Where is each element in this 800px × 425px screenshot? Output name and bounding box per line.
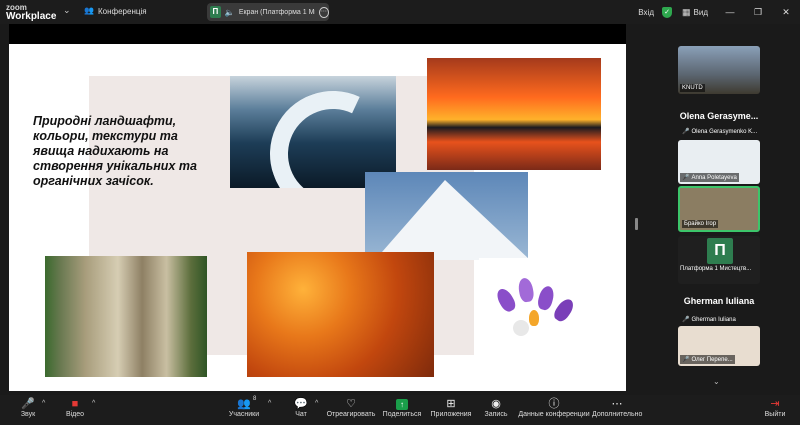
- more-icon[interactable]: ⋯: [318, 6, 329, 18]
- leave-icon: ⇥: [770, 398, 780, 410]
- chat-options-caret[interactable]: ^: [315, 400, 318, 407]
- leave-button[interactable]: ⇥ Выйти: [762, 398, 788, 418]
- participant-name: 🎤 Olena Gerasymenko K...: [680, 127, 758, 136]
- participants-icon: 👥: [237, 398, 251, 410]
- chat-icon: 💬: [294, 398, 308, 410]
- participant-name: 🎤 Gherman Iuliana: [680, 315, 738, 324]
- chat-label: Чат: [295, 411, 307, 418]
- more-icon: ⋯: [611, 398, 623, 410]
- participant-gallery: KNUTD Olena Gerasyme... 🎤 Olena Gerasymen…: [676, 44, 762, 394]
- mic-off-icon: 🎤: [682, 357, 690, 363]
- audio-label: Звук: [20, 411, 36, 418]
- participant-label: Olena Gerasymenko K...: [691, 128, 758, 135]
- participant-label: Anna Poletayeva: [691, 174, 737, 181]
- participants-button[interactable]: 👥 Учасники: [226, 398, 262, 418]
- sunset-image: [427, 58, 601, 170]
- react-button[interactable]: ♡ Отреагировать: [326, 398, 376, 418]
- share-button[interactable]: ↑ Поделиться: [382, 398, 422, 418]
- participant-tile[interactable]: KNUTD: [678, 46, 760, 94]
- heart-icon: ♡: [346, 398, 356, 410]
- participant-tile[interactable]: П Платформа 1 Мистецтв...: [678, 236, 760, 284]
- participant-tile[interactable]: 🎤 Olena Gerasymenko K...: [678, 126, 760, 138]
- speaker-icon: 🔈: [224, 7, 235, 17]
- share-label: Поделиться: [382, 411, 422, 418]
- top-bar: zoom Workplace ⌄ 👥 Конференція П 🔈 Екран…: [0, 0, 800, 24]
- participant-big-name: Olena Gerasyme...: [679, 111, 759, 121]
- video-options-caret[interactable]: ^: [92, 400, 95, 407]
- autumn-leaves-image: [247, 252, 434, 377]
- chevron-down-icon[interactable]: ⌄: [713, 377, 720, 386]
- chevron-down-icon[interactable]: ⌄: [63, 5, 71, 16]
- leave-label: Выйти: [764, 411, 786, 418]
- participant-avatar: П: [707, 238, 733, 264]
- meeting-data-label: Данные конференции: [518, 411, 590, 418]
- mountain-image: [365, 172, 528, 260]
- apps-button[interactable]: ⊞ Приложения: [430, 398, 472, 418]
- participants-label: Учасники: [228, 411, 260, 418]
- mic-off-icon: 🎤: [682, 175, 690, 181]
- top-right-controls: Вхід ✓ ▦ Вид — ❐ ✕: [638, 0, 800, 24]
- share-area-top: [9, 24, 626, 44]
- slide-text: Природні ландшафти, кольори, текстури та…: [33, 114, 197, 188]
- participant-name: 🎤 Олег Перепе...: [680, 355, 735, 364]
- participant-big-name: Gherman Iuliana: [683, 296, 755, 306]
- logo-line2: Workplace: [6, 11, 57, 22]
- record-icon: ◉: [491, 398, 501, 410]
- screen-share-badge: П: [210, 6, 221, 18]
- more-button[interactable]: ⋯ Дополнительно: [592, 398, 642, 418]
- view-label[interactable]: Вид: [694, 8, 708, 17]
- zoom-logo[interactable]: zoom Workplace: [6, 3, 57, 22]
- participant-tile[interactable]: 🎤 Олег Перепе...: [678, 326, 760, 366]
- mic-off-icon: 🎤: [682, 129, 690, 135]
- participants-options-caret[interactable]: ^: [268, 400, 271, 407]
- audio-button[interactable]: 🎤 Звук: [16, 398, 40, 418]
- more-label: Дополнительно: [592, 411, 643, 418]
- bottom-toolbar: 🎤 Звук ^ ■ Відео ^ 👥 Учасники 8 ^ 💬 Чат …: [0, 395, 800, 425]
- panel-resize-handle[interactable]: [635, 218, 638, 230]
- record-button[interactable]: ◉ Запись: [482, 398, 510, 418]
- meeting-info[interactable]: 👥 Конференція: [84, 6, 147, 16]
- audio-options-caret[interactable]: ^: [42, 400, 45, 407]
- share-icon: ↑: [396, 399, 408, 410]
- shield-icon[interactable]: ✓: [662, 6, 672, 18]
- restore-icon[interactable]: ❐: [744, 7, 772, 18]
- participant-name: Брайко Ігор: [682, 220, 719, 228]
- screen-share-pill[interactable]: П 🔈 Екран (Платформа 1 Мистецтво... ⋯: [207, 3, 329, 21]
- meeting-data-button[interactable]: ⓘ Данные конференции: [518, 398, 590, 418]
- video-off-icon: ■: [71, 398, 79, 410]
- crocus-flowers-image: [479, 258, 609, 368]
- mic-off-icon: 🎤: [682, 317, 690, 323]
- screen-share-label: Екран (Платформа 1 Мистецтво...: [238, 8, 315, 16]
- apps-icon: ⊞: [446, 398, 456, 410]
- participant-label: Платформа 1 Мистецтв...: [680, 266, 752, 272]
- participant-label: Олег Перепе...: [691, 356, 733, 363]
- participant-label: Брайко Ігор: [684, 221, 717, 227]
- shared-screen-slide: Природні ландшафти, кольори, текстури та…: [9, 44, 626, 391]
- react-label: Отреагировать: [326, 411, 376, 418]
- meeting-name: Конференція: [98, 6, 147, 16]
- video-label: Відео: [65, 411, 85, 418]
- apps-label: Приложения: [430, 411, 472, 418]
- participant-name: 🎤 Anna Poletayeva: [680, 173, 739, 182]
- participant-tile-active-speaker[interactable]: Брайко Ігор: [678, 186, 760, 232]
- info-icon: ⓘ: [548, 398, 560, 410]
- participant-label: Gherman Iuliana: [691, 316, 736, 323]
- participant-label: KNUTD: [682, 85, 703, 91]
- participant-tile[interactable]: 🎤 Gherman Iuliana: [678, 314, 760, 326]
- participant-tile[interactable]: 🎤 Anna Poletayeva: [678, 140, 760, 184]
- minimize-icon[interactable]: —: [716, 7, 744, 17]
- grid-view-icon[interactable]: ▦: [682, 7, 691, 18]
- people-icon: 👥: [84, 6, 94, 15]
- record-label: Запись: [484, 411, 508, 418]
- participant-name: KNUTD: [680, 84, 705, 92]
- chat-button[interactable]: 💬 Чат: [290, 398, 312, 418]
- mic-off-icon: 🎤: [21, 398, 35, 410]
- bark-image: [45, 256, 207, 377]
- close-icon[interactable]: ✕: [772, 7, 800, 18]
- participants-count: 8: [253, 396, 257, 402]
- signin-label[interactable]: Вхід: [638, 8, 654, 17]
- video-button[interactable]: ■ Відео: [62, 398, 88, 418]
